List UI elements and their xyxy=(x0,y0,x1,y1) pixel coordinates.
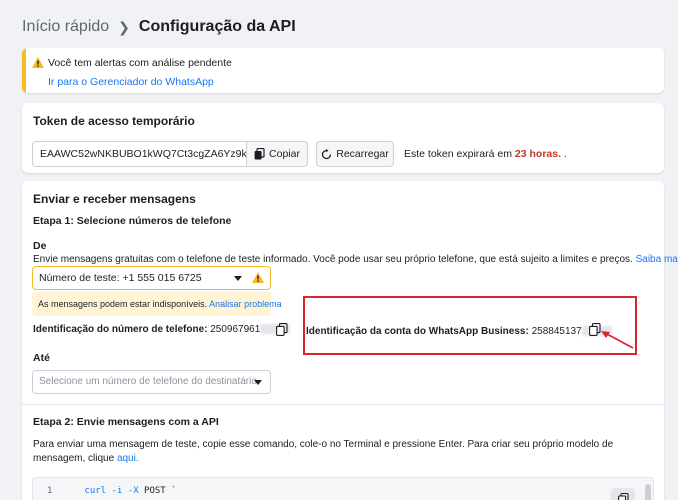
token-title: Token de acesso temporário xyxy=(33,114,195,128)
arrow-annotation-icon xyxy=(601,331,634,349)
token-expiration: Este token expirará em 23 horas. . xyxy=(404,148,567,160)
reload-button[interactable]: Recarregar xyxy=(316,141,394,167)
waba-id-value: 258845137 xyxy=(531,326,582,337)
copy-icon xyxy=(254,148,265,160)
copy-code-button[interactable] xyxy=(611,488,635,500)
code-command: curl xyxy=(84,486,107,496)
whatsapp-manager-link[interactable]: Ir para o Gerenciador do WhatsApp xyxy=(48,76,214,88)
from-phone-value: Número de teste: +1 555 015 6725 xyxy=(39,272,202,284)
copy-token-button[interactable]: Copiar xyxy=(246,141,308,167)
copy-label: Copiar xyxy=(269,148,300,160)
reload-label: Recarregar xyxy=(336,148,389,160)
copy-icon xyxy=(617,493,629,500)
code-block[interactable]: 1 curl -i -X POST ` xyxy=(32,477,654,500)
breadcrumb-quick-start[interactable]: Início rápido xyxy=(22,18,109,36)
code-flags: -i -X xyxy=(111,486,139,496)
phone-id-value: 250967961 xyxy=(210,324,261,335)
from-description-text: Envie mensagens gratuitas com o telefone… xyxy=(33,254,633,265)
code-line: 1 curl -i -X POST ` xyxy=(47,486,177,496)
phone-warning-text: As mensagens podem estar indisponíveis. xyxy=(38,299,208,309)
expire-hours: 23 horas. xyxy=(514,148,561,160)
caret-down-icon xyxy=(254,380,262,385)
alert-accent-bar xyxy=(22,48,26,93)
to-phone-select[interactable]: Selecione um número de telefone do desti… xyxy=(32,370,271,394)
copy-icon[interactable] xyxy=(276,323,288,336)
learn-more-link[interactable]: Saiba mais. xyxy=(636,254,678,265)
step1-heading: Etapa 1: Selecione números de telefone xyxy=(33,215,232,227)
to-phone-placeholder: Selecione um número de telefone do desti… xyxy=(39,376,257,387)
phone-id-label: Identificação do número de telefone: xyxy=(33,324,208,335)
here-link[interactable]: aqui. xyxy=(117,453,139,464)
messages-title: Enviar e receber mensagens xyxy=(33,192,196,206)
step2-heading: Etapa 2: Envie mensagens com a API xyxy=(33,416,219,428)
expire-prefix: Este token expirará em xyxy=(404,148,512,160)
expire-suffix: . xyxy=(563,148,567,160)
waba-id-label: Identificação da conta do WhatsApp Busin… xyxy=(306,326,529,337)
page-title: Configuração da API xyxy=(138,18,296,35)
analyze-problem-link[interactable]: Analisar problema xyxy=(209,299,282,309)
phone-number-id: Identificação do número de telefone: 250… xyxy=(33,324,291,335)
breadcrumb: Início rápido ❯ Configuração da API xyxy=(22,16,296,38)
warning-icon xyxy=(252,272,264,283)
line-number: 1 xyxy=(47,486,53,496)
from-phone-select[interactable]: Número de teste: +1 555 015 6725 xyxy=(32,266,271,290)
token-field[interactable]: EAAWC52wNKBUBO1kWQ7Ct3cgZA6Yz9kk5Ak xyxy=(32,141,246,167)
section-divider xyxy=(22,404,664,405)
token-card: Token de acesso temporário EAAWC52wNKBUB… xyxy=(22,103,664,173)
alert-message: Você tem alertas com análise pendente xyxy=(48,57,232,69)
caret-down-icon xyxy=(234,276,242,281)
waba-account-id: Identificação da conta do WhatsApp Busin… xyxy=(306,326,612,337)
refresh-icon xyxy=(322,148,332,159)
to-label: Até xyxy=(33,352,50,364)
from-description: Envie mensagens gratuitas com o telefone… xyxy=(33,254,678,265)
phone-warning-box: As mensagens podem estar indisponíveis. … xyxy=(32,292,282,316)
chevron-right-icon: ❯ xyxy=(118,18,130,35)
code-scrollbar[interactable] xyxy=(645,484,651,500)
from-label: De xyxy=(33,240,47,252)
messages-card: Enviar e receber mensagens Etapa 1: Sele… xyxy=(22,181,678,500)
alert-card: Você tem alertas com análise pendente Ir… xyxy=(22,48,664,93)
step2-description: Para enviar uma mensagem de teste, copie… xyxy=(33,438,655,466)
warning-icon xyxy=(32,57,44,68)
code-rest: POST ` xyxy=(144,486,177,496)
